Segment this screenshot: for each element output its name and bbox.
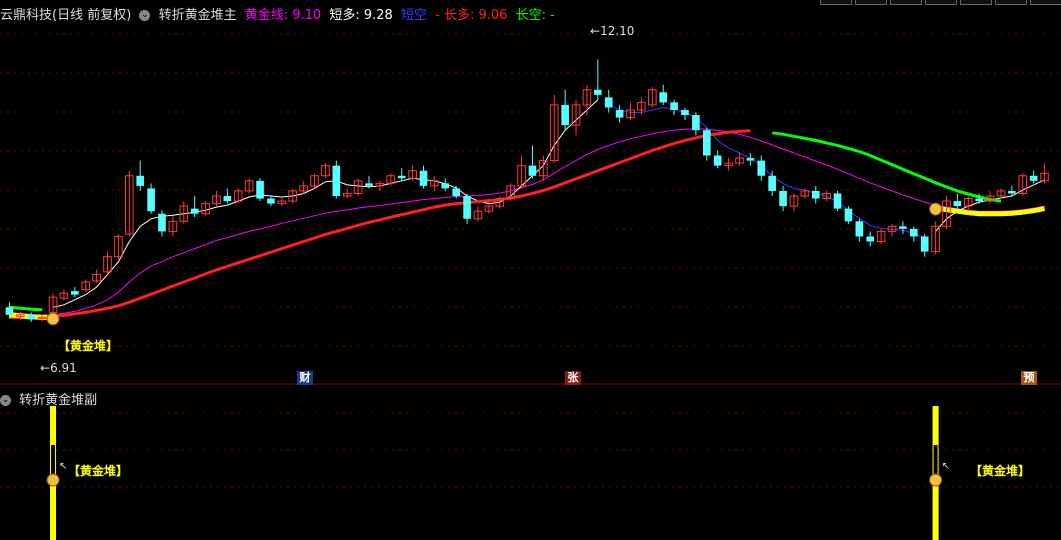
candle-body	[419, 170, 428, 186]
candle-body	[604, 97, 613, 108]
low-price-value: 6.91	[50, 361, 77, 375]
candle-body	[702, 130, 711, 156]
candle-body	[768, 175, 776, 191]
event-marker-forecast[interactable]: 预	[1021, 371, 1037, 385]
candle-body	[833, 193, 842, 209]
candle-body	[670, 102, 678, 110]
money-bag-icon	[46, 312, 60, 326]
candle-body	[692, 115, 700, 131]
candle-body	[779, 190, 787, 207]
candle-body	[855, 221, 864, 237]
candle-body	[899, 226, 907, 229]
high-price-value: 12.10	[600, 24, 635, 38]
candle-body	[5, 307, 14, 315]
sub-signal-gap	[51, 445, 56, 475]
money-bag-icon	[929, 473, 943, 487]
candle-body	[147, 188, 155, 212]
candle-body	[463, 196, 471, 219]
candle-body	[332, 165, 341, 196]
candle-body	[256, 180, 264, 199]
candle-body	[594, 89, 602, 95]
candle-body	[365, 183, 373, 186]
gold-pile-label-sub-1: 【黄金堆】	[68, 464, 129, 478]
candle-body	[1029, 175, 1038, 181]
series-line-1	[52, 99, 599, 308]
candle-body	[561, 104, 569, 126]
candle-body	[452, 188, 460, 196]
candle-body	[190, 208, 199, 214]
candle-body	[713, 155, 722, 166]
money-bag-icon	[929, 202, 943, 216]
candle-body	[909, 228, 918, 237]
arrow-glyph: ↖	[942, 461, 950, 472]
candle-body	[811, 190, 820, 199]
candle-body	[136, 175, 145, 186]
candle-body	[681, 110, 689, 116]
sub-signal-gap	[933, 445, 938, 475]
candle-body	[866, 236, 875, 242]
candle-body	[397, 175, 406, 179]
candle-body	[659, 92, 668, 103]
candle-body	[615, 110, 624, 118]
low-price-label: ←6.91	[40, 361, 77, 375]
candle-body	[71, 291, 79, 295]
gold-pile-label-sub-2: 【黄金堆】	[970, 464, 1031, 478]
candle-body	[757, 160, 766, 176]
event-marker-finance[interactable]: 财	[297, 371, 313, 385]
candle-body	[528, 165, 537, 176]
sub-indicator-chart[interactable]: ↖ ↖	[0, 385, 1061, 540]
main-price-chart[interactable]	[0, 0, 1061, 385]
candle-body	[158, 213, 166, 232]
candle-body	[27, 314, 36, 320]
money-bag-icon	[46, 473, 60, 487]
candle-body	[844, 208, 853, 222]
series-line-3	[9, 129, 751, 319]
candle-body	[746, 158, 755, 161]
candle-body	[1008, 190, 1016, 194]
arrow-glyph: ↖	[59, 461, 67, 472]
candle-body	[920, 236, 929, 252]
candle-body	[975, 198, 983, 202]
high-price-label: ←12.10	[590, 24, 635, 38]
candle-body	[953, 201, 962, 207]
candle-body	[223, 196, 232, 202]
series-line-4	[9, 305, 43, 312]
series-line-2	[608, 104, 925, 238]
event-marker-limit-up[interactable]: 张	[565, 371, 581, 385]
candle-body	[441, 183, 450, 189]
candle-body	[267, 198, 275, 204]
gold-pile-label-main: 【黄金堆】	[58, 339, 119, 353]
